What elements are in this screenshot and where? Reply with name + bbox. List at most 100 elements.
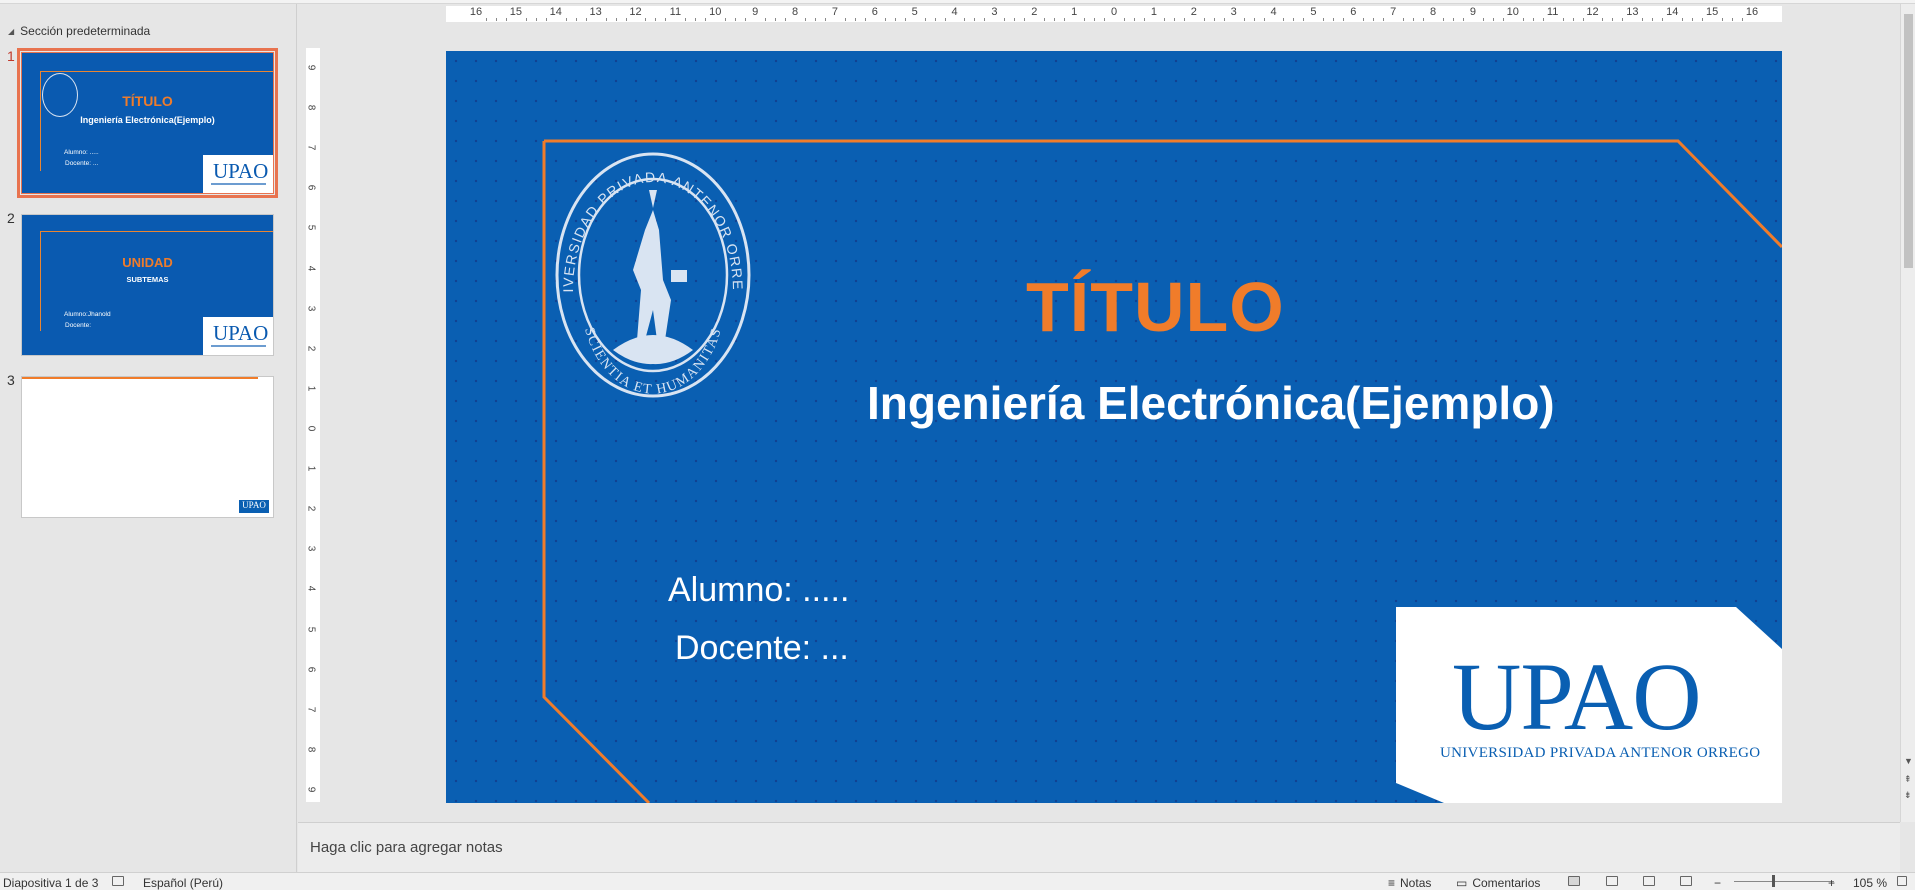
ruler-tick-mark bbox=[904, 18, 906, 21]
ruler-tick-mark bbox=[1442, 18, 1444, 21]
ruler-tick-label: 4 bbox=[305, 586, 317, 592]
ruler-tick-mark bbox=[785, 18, 787, 21]
zoom-in-button[interactable]: + bbox=[1828, 876, 1835, 890]
teacher-label[interactable]: Docente: ... bbox=[675, 629, 849, 668]
ruler-tick-mark bbox=[1662, 18, 1664, 21]
ruler-tick-mark bbox=[1094, 18, 1096, 21]
zoom-slider-handle[interactable] bbox=[1772, 875, 1775, 887]
ruler-tick-mark bbox=[1502, 18, 1504, 21]
slide-canvas[interactable]: UNIVERSIDAD PRIVADA ANTENOR ORREGO SCIEN… bbox=[446, 51, 1782, 803]
thumbnail-number-3: 3 bbox=[7, 372, 15, 388]
ruler-tick-mark bbox=[725, 18, 727, 21]
ruler-tick-mark bbox=[894, 18, 896, 21]
zoom-slider[interactable] bbox=[1734, 881, 1834, 882]
section-header[interactable]: ◢ Sección predeterminada bbox=[8, 24, 150, 38]
language-indicator[interactable]: Español (Perú) bbox=[143, 876, 223, 890]
ruler-tick-mark bbox=[1183, 18, 1185, 21]
ruler-tick-mark bbox=[1363, 18, 1365, 21]
thumb-student: Alumno:Jhanold bbox=[64, 311, 111, 318]
ruler-tick-mark bbox=[1343, 18, 1345, 21]
ruler-tick-mark bbox=[535, 18, 537, 21]
scrollbar-thumb[interactable] bbox=[1904, 14, 1913, 268]
ruler-tick-label: 7 bbox=[305, 144, 317, 151]
slide-thumbnail-pane[interactable]: ◢ Sección predeterminada 1 TÍTULO Ingeni… bbox=[0, 4, 297, 872]
ruler-tick-mark bbox=[565, 18, 567, 21]
ruler-tick-mark bbox=[1104, 18, 1106, 21]
ruler-tick-mark bbox=[1612, 18, 1614, 21]
ruler-tick-mark bbox=[695, 18, 697, 21]
ruler-tick-label: 5 bbox=[911, 6, 918, 18]
slideshow-icon[interactable] bbox=[1680, 876, 1692, 886]
status-bar: Diapositiva 1 de 3 Español (Perú) ≡ Nota… bbox=[0, 872, 1915, 890]
accessibility-icon[interactable] bbox=[112, 876, 124, 886]
upao-logo: UPAO bbox=[203, 317, 273, 355]
scroll-down-icon[interactable]: ▼ bbox=[1904, 756, 1913, 766]
slide-title[interactable]: TÍTULO bbox=[1026, 267, 1285, 347]
ruler-tick-mark bbox=[685, 18, 687, 21]
slide-sorter-icon[interactable] bbox=[1606, 876, 1618, 886]
ruler-tick-label: 7 bbox=[305, 706, 317, 713]
ruler-tick-mark bbox=[804, 18, 806, 21]
thumbnail-number-1: 1 bbox=[7, 48, 15, 64]
slide-thumbnail-3[interactable]: UPAO bbox=[21, 376, 274, 518]
notes-button-label: Notas bbox=[1400, 876, 1432, 890]
comments-button[interactable]: ▭ Comentarios bbox=[1456, 876, 1540, 890]
ruler-tick-mark bbox=[1323, 18, 1325, 21]
ruler-tick-label: 16 bbox=[469, 6, 483, 18]
ruler-tick-label: 3 bbox=[305, 305, 317, 311]
thumb-teacher: Docente: ... bbox=[65, 160, 99, 167]
zoom-out-button[interactable]: − bbox=[1714, 876, 1721, 890]
slide-thumbnail-1[interactable]: TÍTULO Ingeniería Electrónica(Ejemplo) A… bbox=[17, 48, 278, 198]
ruler-tick-mark bbox=[984, 18, 986, 21]
student-label[interactable]: Alumno: ..... bbox=[668, 571, 849, 610]
ruler-tick-mark bbox=[1522, 18, 1524, 21]
normal-view-icon[interactable] bbox=[1568, 876, 1580, 886]
ruler-tick-mark bbox=[1293, 18, 1295, 21]
ruler-tick-mark bbox=[1283, 18, 1285, 21]
thumbnail-number-2: 2 bbox=[7, 210, 15, 226]
ruler-tick-label: 4 bbox=[305, 265, 317, 271]
reading-view-icon[interactable] bbox=[1643, 876, 1655, 886]
ruler-tick-mark bbox=[1692, 18, 1694, 21]
ruler-tick-label: 5 bbox=[305, 626, 317, 632]
ruler-tick-label: 8 bbox=[305, 746, 317, 753]
ruler-tick-label: 3 bbox=[991, 6, 998, 18]
ruler-tick-label: 2 bbox=[305, 505, 317, 512]
ruler-tick-mark bbox=[1163, 18, 1165, 21]
ruler-tick-mark bbox=[1542, 18, 1544, 21]
ruler-tick-mark bbox=[1373, 18, 1375, 21]
previous-slide-icon[interactable]: ⇞ bbox=[1904, 774, 1912, 785]
ruler-tick-mark bbox=[1403, 18, 1405, 21]
ruler-tick-mark bbox=[814, 18, 816, 21]
ruler-tick-label: 9 bbox=[1469, 6, 1476, 18]
vertical-scrollbar[interactable]: ▼ ⇞ ⇟ bbox=[1900, 4, 1915, 822]
slide-subtitle[interactable]: Ingeniería Electrónica(Ejemplo) bbox=[867, 376, 1555, 430]
notes-pane[interactable]: Haga clic para agregar notas bbox=[298, 822, 1900, 872]
comments-button-label: Comentarios bbox=[1472, 876, 1541, 890]
fit-slide-icon[interactable] bbox=[1897, 876, 1907, 886]
collapse-triangle-icon[interactable]: ◢ bbox=[8, 27, 14, 36]
ruler-tick-mark bbox=[1413, 18, 1415, 21]
zoom-level[interactable]: 105 % bbox=[1853, 876, 1887, 890]
ruler-tick-label: 3 bbox=[1230, 6, 1237, 18]
ruler-tick-mark bbox=[525, 18, 527, 21]
ruler-tick-mark bbox=[884, 18, 886, 21]
ruler-tick-mark bbox=[495, 18, 497, 21]
ruler-tick-label: 8 bbox=[791, 6, 799, 18]
next-slide-icon[interactable]: ⇟ bbox=[1904, 790, 1912, 801]
ruler-tick-label: 1 bbox=[1071, 6, 1078, 18]
logo-wordmark: UPAO bbox=[1452, 643, 1702, 750]
ruler-tick-label: 1 bbox=[1150, 6, 1157, 18]
ruler-tick-mark bbox=[1123, 18, 1125, 21]
ruler-tick-mark bbox=[585, 18, 587, 21]
notes-button[interactable]: ≡ Notas bbox=[1388, 876, 1431, 890]
ruler-tick-mark bbox=[1253, 18, 1255, 21]
ruler-tick-mark bbox=[665, 18, 667, 21]
slide-thumbnail-2[interactable]: UNIDAD SUBTEMAS Alumno:Jhanold Docente: … bbox=[21, 214, 274, 356]
upao-logo: UPAO bbox=[239, 500, 269, 513]
ruler-tick-mark bbox=[1014, 18, 1016, 21]
notes-icon: ≡ bbox=[1388, 876, 1396, 890]
ruler-tick-mark bbox=[864, 18, 866, 21]
thumb-subtitle: Ingeniería Electrónica(Ejemplo) bbox=[80, 115, 215, 125]
ruler-tick-mark bbox=[605, 18, 607, 21]
